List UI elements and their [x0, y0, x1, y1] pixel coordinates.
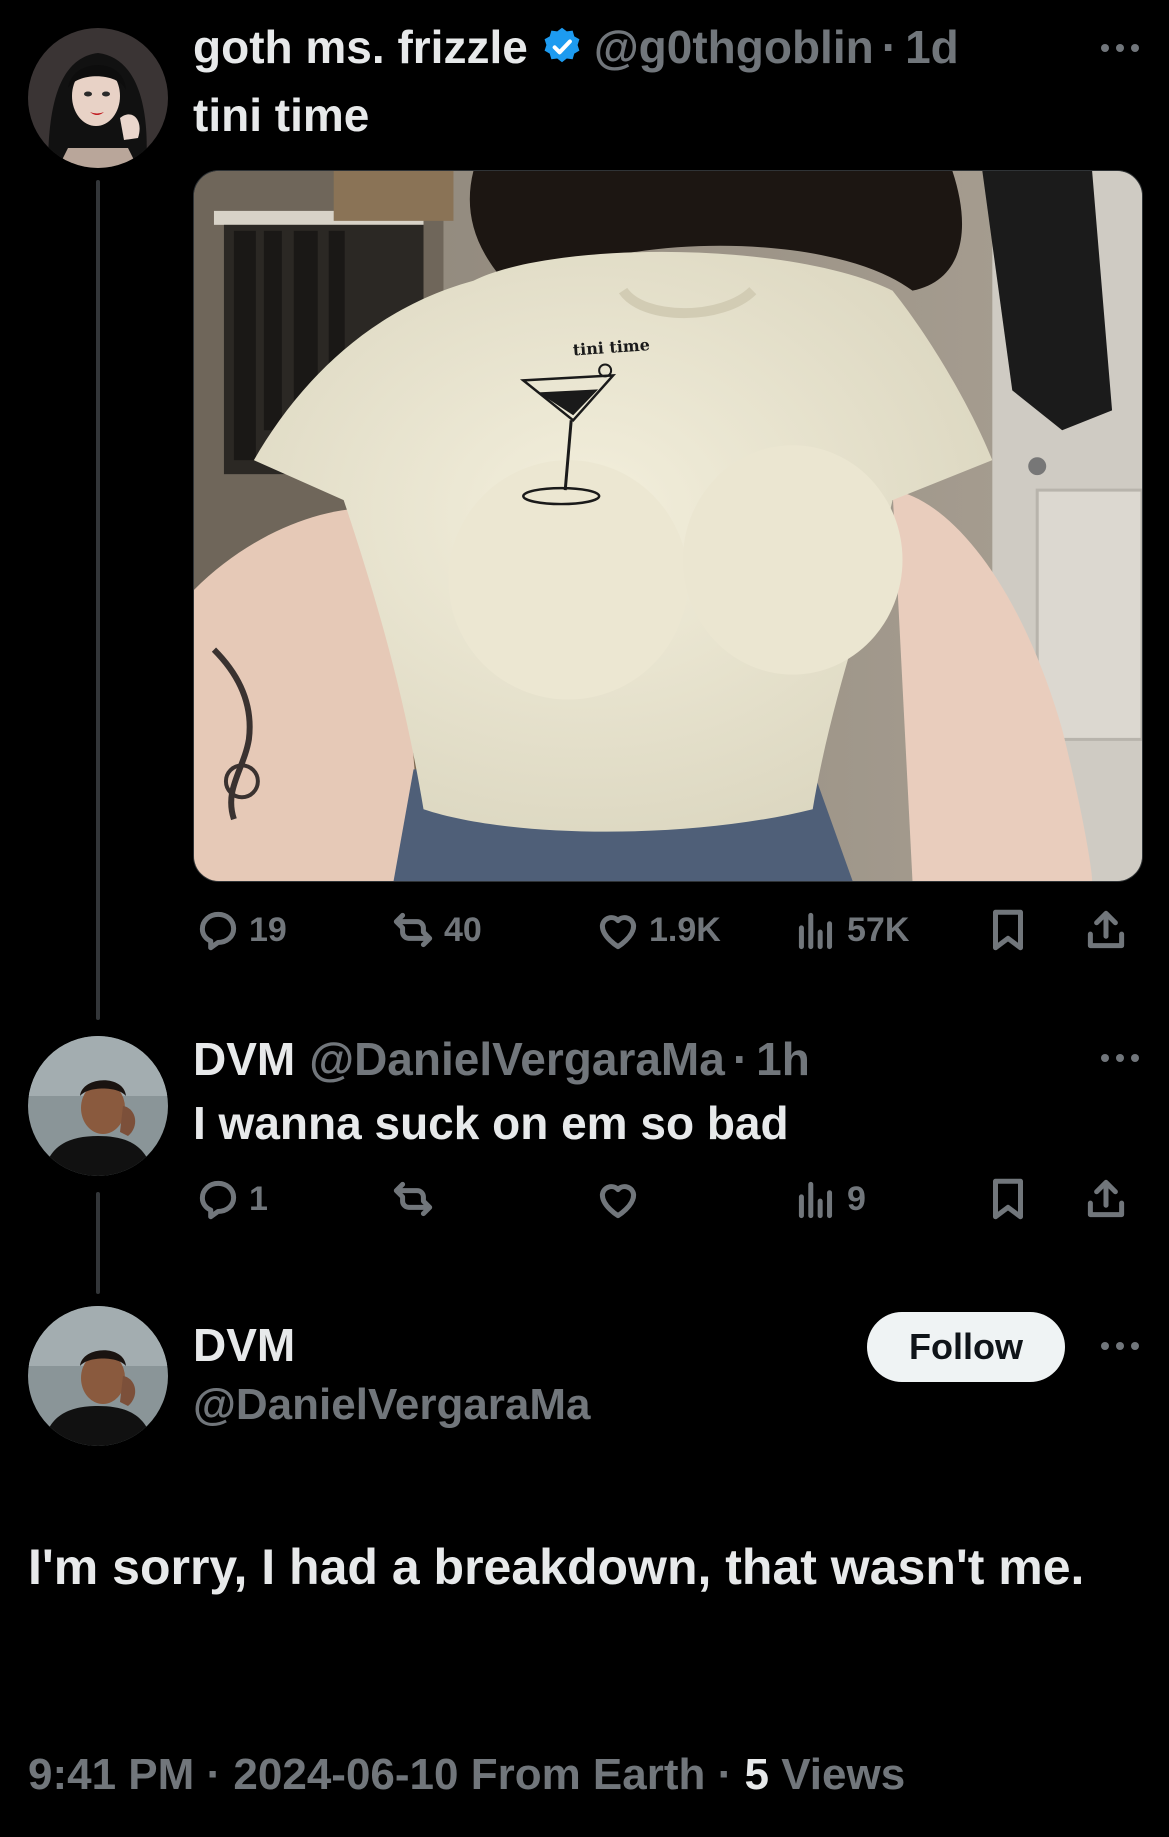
heart-icon [599, 1184, 637, 1219]
reply-button[interactable]: 1 [193, 1174, 268, 1224]
avatar[interactable] [28, 28, 168, 168]
separator-dot: · [194, 1750, 234, 1799]
more-options-icon[interactable] [1101, 1054, 1139, 1062]
timestamp[interactable]: 1d [905, 20, 959, 74]
heart-icon [599, 915, 637, 950]
thread-connector [96, 1192, 100, 1294]
tweet-text: I wanna suck on em so bad [193, 1097, 789, 1149]
avatar[interactable] [28, 1306, 168, 1446]
display-name[interactable]: DVM [193, 1318, 295, 1372]
repost-icon [393, 912, 433, 948]
thread-connector [96, 180, 100, 1020]
like-button[interactable] [593, 1174, 649, 1224]
views-chart-icon [798, 912, 833, 950]
tweet-media-photo[interactable]: tini time [193, 170, 1143, 882]
bookmark-button[interactable] [983, 1174, 1033, 1224]
repost-icon [393, 1181, 433, 1217]
post-time[interactable]: 9:41 PM [28, 1750, 194, 1799]
reply-count: 1 [249, 1179, 268, 1218]
timestamp[interactable]: 1h [756, 1032, 810, 1086]
tweet-header: goth ms. frizzle @g0thgoblin · 1d [193, 20, 959, 74]
handle[interactable]: @DanielVergaraMa [193, 1380, 591, 1430]
follow-button[interactable]: Follow [867, 1312, 1065, 1382]
tweet-metadata: 9:41 PM · 2024-06-10 From Earth · 5 View… [28, 1750, 905, 1800]
views-button[interactable]: 9 [791, 1174, 866, 1224]
tweet-header: DVM @DanielVergaraMa · 1h [193, 1032, 810, 1086]
views-count: 9 [847, 1179, 866, 1218]
separator-dot: · [881, 21, 898, 73]
more-options-icon[interactable] [1101, 1342, 1139, 1350]
reply-count: 19 [249, 910, 287, 949]
views-count: 57K [847, 910, 910, 949]
views-button[interactable]: 57K [791, 905, 909, 955]
tweet-action-bar: 19 40 1.9K 57K [193, 905, 1143, 965]
display-name[interactable]: DVM [193, 1032, 295, 1086]
share-icon [1087, 1179, 1125, 1218]
tweet-text: tini time [193, 89, 370, 141]
repost-button[interactable] [388, 1174, 444, 1224]
share-button[interactable] [1081, 905, 1131, 955]
share-icon [1087, 910, 1125, 949]
handle[interactable]: @g0thgoblin [594, 20, 874, 74]
thread-page: goth ms. frizzle @g0thgoblin · 1d tini t… [0, 0, 1169, 1837]
reply-icon [199, 1180, 237, 1220]
separator-dot: · [705, 1750, 745, 1799]
views-chart-icon [798, 1181, 833, 1219]
post-date[interactable]: 2024-06-10 [233, 1750, 458, 1799]
bookmark-icon [993, 1178, 1023, 1220]
verified-badge-icon [544, 27, 580, 63]
separator-dot: · [732, 1033, 749, 1085]
post-source: From Earth [458, 1750, 706, 1799]
more-options-icon[interactable] [1101, 44, 1139, 52]
tweet-action-bar: 1 9 [193, 1174, 1143, 1234]
avatar[interactable] [28, 1036, 168, 1176]
views-label: Views [769, 1750, 906, 1799]
repost-button[interactable]: 40 [388, 905, 482, 955]
reply-icon [199, 911, 237, 951]
like-button[interactable]: 1.9K [593, 905, 721, 955]
like-count: 1.9K [649, 910, 721, 949]
display-name[interactable]: goth ms. frizzle [193, 20, 528, 74]
share-button[interactable] [1081, 1174, 1131, 1224]
reply-button[interactable]: 19 [193, 905, 287, 955]
views-count[interactable]: 5 [745, 1750, 769, 1799]
handle[interactable]: @DanielVergaraMa [309, 1032, 725, 1086]
repost-count: 40 [444, 910, 482, 949]
main-tweet-text: I'm sorry, I had a breakdown, that wasn'… [28, 1539, 1085, 1595]
bookmark-icon [993, 909, 1023, 951]
bookmark-button[interactable] [983, 905, 1033, 955]
